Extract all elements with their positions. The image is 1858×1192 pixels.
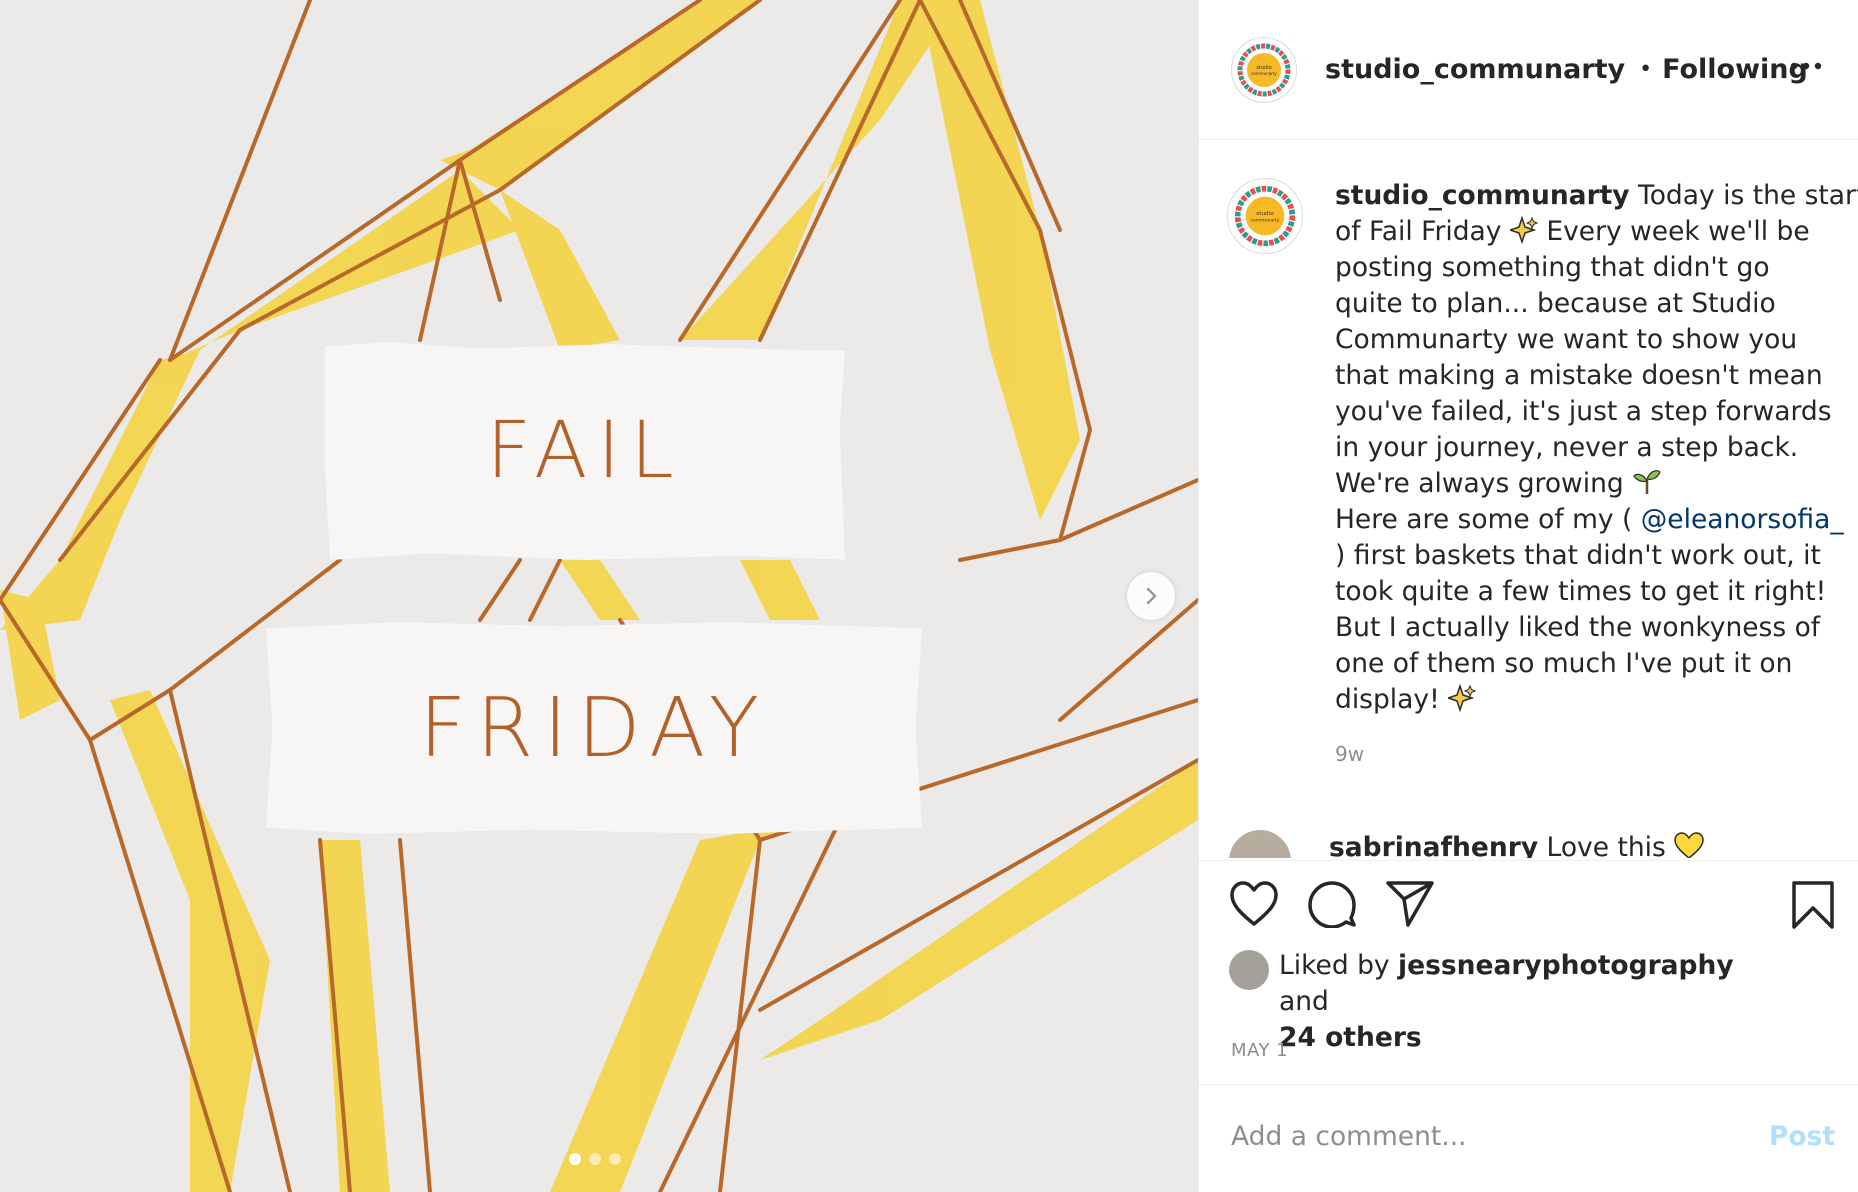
commenter-avatar[interactable] — [1229, 830, 1291, 858]
likes-summary: Liked by jessnearyphotography and 24 oth… — [1229, 948, 1759, 1056]
caption-line: Today is the start — [1638, 180, 1858, 211]
post-caption: studio communarty studio_communarty Toda… — [1227, 178, 1858, 772]
caption-line: Here are some of my ( — [1335, 504, 1633, 535]
caption-line: ) first baskets that didn't work out, it — [1335, 540, 1821, 571]
svg-text:communarty: communarty — [1250, 218, 1279, 224]
carousel-next-button[interactable] — [1127, 572, 1175, 620]
comment-input[interactable] — [1231, 1121, 1751, 1152]
caption-line: took quite a few times to get it right! — [1335, 576, 1827, 607]
comments-section[interactable]: studio communarty studio_communarty Toda… — [1199, 140, 1858, 860]
sparkles-icon — [1448, 684, 1477, 712]
caption-line: posting something that didn't go — [1335, 252, 1770, 283]
author-username[interactable]: studio_communarty — [1325, 54, 1625, 85]
sparkles-icon — [1509, 216, 1538, 244]
studio-logo-icon: studio communarty — [1234, 185, 1296, 247]
comment-icon — [1308, 881, 1356, 929]
save-button[interactable] — [1791, 880, 1835, 934]
caption-line: of Fail Friday — [1335, 216, 1502, 247]
caption-line: one of them so much I've put it on — [1335, 648, 1793, 679]
paper-plane-icon — [1386, 881, 1434, 927]
caption-line: quite to plan... because at Studio — [1335, 288, 1776, 319]
carousel-dot-3 — [609, 1153, 621, 1165]
comment-button[interactable] — [1307, 880, 1357, 932]
svg-text:studio: studio — [1256, 211, 1274, 217]
comments-divider — [1199, 860, 1858, 861]
liker-username[interactable]: jessnearyphotography — [1398, 950, 1734, 981]
post-modal: FAIL FRIDAY studio communarty studio_com… — [0, 0, 1858, 1192]
studio-logo-icon: studio communarty — [1237, 43, 1291, 96]
caption-username[interactable]: studio_communarty — [1335, 180, 1630, 211]
likes-conj: and — [1279, 986, 1329, 1017]
post-actions — [1199, 880, 1858, 940]
artwork-background — [0, 0, 1198, 1192]
post-header: studio communarty studio_communarty • Fo… — [1199, 0, 1858, 140]
post-date[interactable]: MAY 1 — [1231, 1040, 1288, 1061]
fail-paper-label: FAIL — [325, 342, 845, 560]
post-comment-button[interactable]: Post — [1769, 1121, 1835, 1152]
caption-line: Communarty we want to show you — [1335, 324, 1798, 355]
likes-others-link[interactable]: 24 others — [1279, 1022, 1422, 1053]
seedling-icon — [1633, 470, 1661, 494]
chevron-right-icon — [1146, 587, 1157, 605]
like-button[interactable] — [1229, 880, 1279, 932]
more-options-button[interactable] — [1790, 56, 1822, 75]
liker-avatar[interactable] — [1229, 950, 1269, 990]
mention-link[interactable]: @eleanorsofia_ — [1641, 504, 1844, 535]
post-side-panel: studio communarty studio_communarty • Fo… — [1198, 0, 1858, 1192]
caption-author-avatar[interactable]: studio communarty — [1227, 178, 1303, 254]
yellow-heart-icon — [1674, 832, 1705, 858]
caption-line: But I actually liked the wonkyness of — [1335, 612, 1821, 643]
bookmark-icon — [1792, 881, 1834, 929]
commenter-username[interactable]: sabrinafhenry — [1329, 832, 1538, 858]
caption-line: you've failed, it's just a step forwards — [1335, 396, 1832, 427]
caption-line: in your journey, never a step back. — [1335, 432, 1799, 463]
comment-text: Love this — [1546, 832, 1666, 858]
caption-line: Every week we'll be — [1546, 216, 1810, 247]
caption-line: display! — [1335, 684, 1440, 715]
comment-form: Post — [1199, 1084, 1858, 1192]
caption-text: studio_communarty Today is the start of … — [1335, 178, 1858, 772]
post-media[interactable]: FAIL FRIDAY — [0, 0, 1198, 1192]
caption-line: We're always growing — [1335, 468, 1624, 499]
share-button[interactable] — [1385, 880, 1435, 932]
caption-time-ago[interactable]: 9w — [1335, 736, 1815, 772]
caption-line: that making a mistake doesn't mean — [1335, 360, 1823, 391]
following-button[interactable]: Following — [1662, 54, 1808, 85]
friday-paper-label: FRIDAY — [266, 622, 922, 834]
comment-item: sabrinafhenry Love this — [1229, 828, 1849, 858]
carousel-dot-2 — [589, 1153, 601, 1165]
more-horizontal-icon — [1790, 62, 1822, 70]
header-separator: • — [1639, 57, 1653, 82]
carousel-dot-1 — [569, 1153, 581, 1165]
svg-text:communarty: communarty — [1251, 71, 1277, 76]
heart-icon — [1230, 881, 1278, 926]
author-avatar[interactable]: studio communarty — [1231, 36, 1297, 103]
likes-prefix: Liked by — [1279, 950, 1390, 981]
carousel-indicator — [569, 1153, 621, 1165]
